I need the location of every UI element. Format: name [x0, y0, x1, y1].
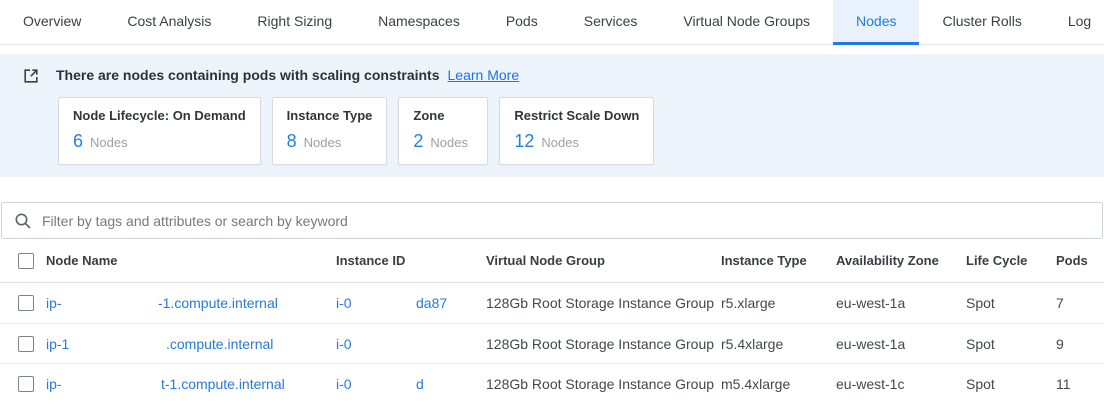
card-title: Instance Type	[287, 108, 373, 123]
search-input[interactable]	[42, 213, 1090, 229]
node-name-suffix: .compute.internal	[166, 336, 273, 352]
node-name-link[interactable]: ip--1.compute.internal	[46, 295, 336, 311]
row-checkbox[interactable]	[18, 336, 34, 352]
tab-log[interactable]: Log	[1045, 0, 1104, 45]
availability-zone-cell: eu-west-1c	[836, 376, 966, 392]
pods-cell: 9	[1056, 336, 1104, 352]
card-count: 2	[413, 131, 423, 152]
card-unit: Nodes	[304, 135, 342, 150]
instance-type-cell: r5.xlarge	[721, 295, 836, 311]
card-zone[interactable]: Zone 2 Nodes	[398, 97, 488, 165]
node-name-link[interactable]: ip-1.compute.internal	[46, 336, 336, 352]
card-title: Node Lifecycle: On Demand	[73, 108, 246, 123]
card-count: 8	[287, 131, 297, 152]
tab-right-sizing[interactable]: Right Sizing	[234, 0, 355, 45]
column-header-instance-type: Instance Type	[721, 253, 836, 268]
pods-cell: 11	[1056, 376, 1104, 392]
banner-message: There are nodes containing pods with sca…	[56, 67, 519, 85]
tab-pods[interactable]: Pods	[483, 0, 561, 45]
instance-type-cell: r5.4xlarge	[721, 336, 836, 352]
tab-cluster-rolls[interactable]: Cluster Rolls	[919, 0, 1044, 45]
column-header-virtual-node-group: Virtual Node Group	[486, 253, 721, 268]
life-cycle-cell: Spot	[966, 295, 1056, 311]
scaling-constraints-banner: There are nodes containing pods with sca…	[0, 54, 1104, 177]
life-cycle-cell: Spot	[966, 376, 1056, 392]
column-header-node-name: Node Name	[46, 253, 336, 268]
table-row: ip-t-1.compute.internal i-0d 128Gb Root …	[0, 363, 1104, 403]
availability-zone-cell: eu-west-1a	[836, 295, 966, 311]
availability-zone-cell: eu-west-1a	[836, 336, 966, 352]
row-checkbox[interactable]	[18, 376, 34, 392]
node-name-redacted-prefix: ip-1	[46, 336, 166, 352]
node-name-redacted-prefix: ip-	[46, 376, 161, 392]
node-name-suffix: t-1.compute.internal	[161, 376, 285, 392]
instance-id-redacted-prefix: i-0	[336, 336, 416, 352]
instance-id-redacted-prefix: i-0	[336, 376, 416, 392]
nodes-table: Node Name Instance ID Virtual Node Group…	[0, 239, 1104, 403]
card-title: Restrict Scale Down	[514, 108, 639, 123]
learn-more-link[interactable]: Learn More	[448, 67, 520, 83]
cluster-tab-bar: Overview Cost Analysis Right Sizing Name…	[0, 0, 1104, 45]
card-node-lifecycle-on-demand[interactable]: Node Lifecycle: On Demand 6 Nodes	[58, 97, 261, 165]
banner-message-text: There are nodes containing pods with sca…	[56, 67, 440, 83]
tab-namespaces[interactable]: Namespaces	[355, 0, 483, 45]
node-name-redacted-prefix: ip-	[46, 295, 158, 311]
table-header-row: Node Name Instance ID Virtual Node Group…	[0, 239, 1104, 283]
card-count: 6	[73, 131, 83, 152]
card-restrict-scale-down[interactable]: Restrict Scale Down 12 Nodes	[499, 97, 654, 165]
instance-id-link[interactable]: i-0	[336, 336, 486, 352]
instance-id-suffix: d	[416, 376, 424, 392]
card-unit: Nodes	[541, 135, 579, 150]
column-header-pods: Pods	[1056, 253, 1104, 268]
table-row: ip-1.compute.internal i-0 128Gb Root Sto…	[0, 323, 1104, 363]
column-header-availability-zone: Availability Zone	[836, 253, 966, 268]
instance-id-link[interactable]: i-0d	[336, 376, 486, 392]
instance-type-cell: m5.4xlarge	[721, 376, 836, 392]
virtual-node-group-cell: 128Gb Root Storage Instance Group	[486, 295, 721, 311]
search-icon	[14, 212, 32, 230]
tab-virtual-node-groups[interactable]: Virtual Node Groups	[660, 0, 833, 45]
node-name-suffix: -1.compute.internal	[158, 295, 278, 311]
column-header-instance-id: Instance ID	[336, 253, 486, 268]
virtual-node-group-cell: 128Gb Root Storage Instance Group	[486, 376, 721, 392]
card-title: Zone	[413, 108, 473, 123]
instance-id-suffix: da87	[416, 295, 447, 311]
pods-cell: 7	[1056, 295, 1104, 311]
tab-overview[interactable]: Overview	[0, 0, 104, 45]
column-header-life-cycle: Life Cycle	[966, 253, 1056, 268]
card-instance-type[interactable]: Instance Type 8 Nodes	[272, 97, 388, 165]
card-count: 12	[514, 131, 534, 152]
row-checkbox[interactable]	[18, 295, 34, 311]
life-cycle-cell: Spot	[966, 336, 1056, 352]
filter-search-bar	[1, 202, 1103, 239]
tab-nodes[interactable]: Nodes	[833, 0, 919, 45]
constraint-summary-cards: Node Lifecycle: On Demand 6 Nodes Instan…	[58, 97, 1104, 165]
node-name-link[interactable]: ip-t-1.compute.internal	[46, 376, 336, 392]
card-unit: Nodes	[90, 135, 128, 150]
tab-cost-analysis[interactable]: Cost Analysis	[104, 0, 234, 45]
instance-id-link[interactable]: i-0da87	[336, 295, 486, 311]
select-all-checkbox[interactable]	[18, 253, 34, 269]
card-unit: Nodes	[430, 135, 468, 150]
virtual-node-group-cell: 128Gb Root Storage Instance Group	[486, 336, 721, 352]
table-row: ip--1.compute.internal i-0da87 128Gb Roo…	[0, 283, 1104, 323]
external-link-icon	[22, 67, 40, 85]
tab-services[interactable]: Services	[561, 0, 661, 45]
instance-id-redacted-prefix: i-0	[336, 295, 416, 311]
